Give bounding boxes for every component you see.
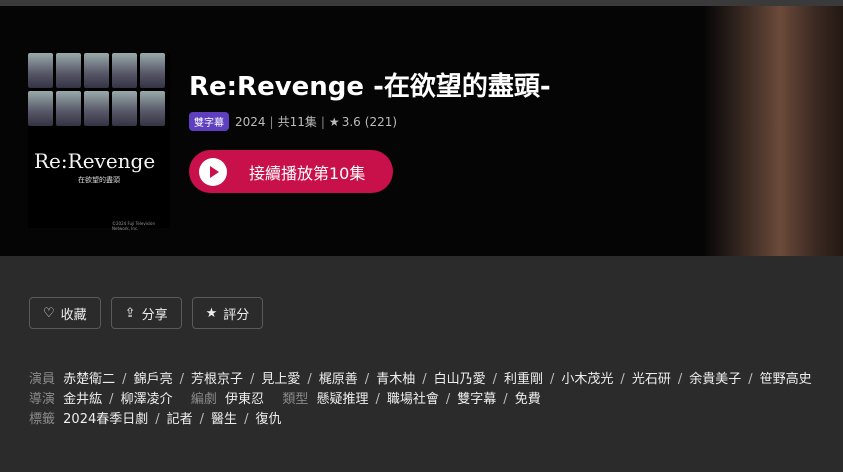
director-label: 導演 xyxy=(29,392,56,407)
tag-link-list: 2024春季日劇 / 記者 / 醫生 / 復仇 xyxy=(63,412,281,427)
slash-separator: / xyxy=(503,392,508,407)
backdrop-image xyxy=(703,6,843,256)
genre-link-list: 懸疑推理 / 職場社會 / 雙字幕 / 免費 xyxy=(316,392,540,407)
tag-link[interactable]: 記者 xyxy=(167,412,193,427)
credits-section: 演員 赤楚衛二 / 錦戶亮 / 芳根京子 / 見上愛 / 梶原善 / 青木柚 / 白山乃愛 / 利重剛 / 小木… xyxy=(29,370,829,430)
cast-link-list: 赤楚衛二 / 錦戶亮 / 芳根京子 / 見上愛 / 梶原善 / 青木柚 / 白山乃愛 / 利重剛 / 小木茂光 /… xyxy=(63,372,811,387)
year: 2024 xyxy=(235,114,266,129)
rate-label: 評分 xyxy=(223,307,250,323)
cast-row: 演員 赤楚衛二 / 錦戶亮 / 芳根京子 / 見上愛 / 梶原善 / 青木柚 / 白山乃愛 / 利重剛 / 小木… xyxy=(29,370,829,390)
genre-label: 類型 xyxy=(282,392,309,407)
share-icon: ⇪ xyxy=(124,305,136,321)
crew-row: 導演 金井紘 / 柳澤凌介 編劇 伊東忍 類型 懸疑推理 / 職場社會 / 雙字幕 / 免費 xyxy=(29,390,829,410)
cast-photo xyxy=(84,53,109,88)
cast-link[interactable]: 錦戶亮 xyxy=(134,372,173,387)
tags-row: 標籤 2024春季日劇 / 記者 / 醫生 / 復仇 xyxy=(29,410,829,430)
slash-separator: / xyxy=(244,412,249,427)
star-icon: ★ xyxy=(328,114,340,129)
poster-logo: Re:Revenge xyxy=(34,149,156,173)
slash-separator: / xyxy=(492,372,497,387)
action-bar: ♡ 收藏 ⇪ 分享 ★ 評分 xyxy=(29,297,264,329)
cast-link[interactable]: 青木柚 xyxy=(376,372,415,387)
tag-link[interactable]: 醫生 xyxy=(211,412,237,427)
cast-link[interactable]: 利重剛 xyxy=(504,372,543,387)
genre-link[interactable]: 懸疑推理 xyxy=(316,392,368,407)
show-title: Re:Revenge -在欲望的盡頭- xyxy=(189,72,551,102)
slash-separator: / xyxy=(550,372,555,387)
cast-photo xyxy=(112,53,137,88)
show-meta: 雙字幕 2024 | 共11集 | ★ 3.6 (221) xyxy=(189,112,397,131)
cast-label: 演員 xyxy=(29,372,56,387)
slash-separator: / xyxy=(155,412,160,427)
writer-label: 編劇 xyxy=(190,392,217,407)
poster-copyright: ©2024 Fuji Television Network, Inc. xyxy=(112,221,156,231)
hero-banner: Re:Revenge 在欲望的盡頭 ©2024 Fuji Television … xyxy=(0,6,843,256)
cast-link[interactable]: 芳根京子 xyxy=(191,372,243,387)
slash-separator: / xyxy=(422,372,427,387)
tags-label: 標籤 xyxy=(29,412,56,427)
separator: | xyxy=(269,114,274,129)
rating: 3.6 xyxy=(341,114,361,129)
slash-separator: / xyxy=(179,372,184,387)
cast-photo xyxy=(84,91,109,126)
slash-separator: / xyxy=(307,372,312,387)
poster-subtitle: 在欲望的盡頭 xyxy=(78,176,120,184)
rate-button[interactable]: ★ 評分 xyxy=(191,297,264,329)
share-label: 分享 xyxy=(141,307,168,323)
cast-link[interactable]: 赤楚衛二 xyxy=(63,372,115,387)
cast-link[interactable]: 小木茂光 xyxy=(561,372,613,387)
rating-count: (221) xyxy=(364,114,398,129)
slash-separator: / xyxy=(109,392,114,407)
cast-photo xyxy=(140,91,165,126)
play-icon xyxy=(199,157,227,186)
play-button-label: 接續播放第10集 xyxy=(249,163,366,183)
continue-play-button[interactable]: 接續播放第10集 xyxy=(189,150,393,193)
cast-photo xyxy=(140,53,165,88)
slash-separator: / xyxy=(677,372,683,387)
cast-photo xyxy=(112,91,137,126)
show-poster: Re:Revenge 在欲望的盡頭 ©2024 Fuji Television … xyxy=(28,53,170,231)
writer-link-list: 伊東忍 xyxy=(225,392,264,407)
genre-link[interactable]: 職場社會 xyxy=(387,392,439,407)
director-link-list: 金井紘 / 柳澤凌介 xyxy=(63,392,172,407)
separator: | xyxy=(320,114,325,129)
episode-count: 共11集 xyxy=(277,115,317,129)
cast-link[interactable]: 余貴美子 xyxy=(689,372,741,387)
cast-link[interactable]: 光石研 xyxy=(632,372,671,387)
cast-photo xyxy=(56,91,81,126)
slash-separator: / xyxy=(364,372,370,387)
favorite-button[interactable]: ♡ 收藏 xyxy=(29,297,101,329)
slash-separator: / xyxy=(249,372,255,387)
slash-separator: / xyxy=(199,412,205,427)
slash-separator: / xyxy=(620,372,625,387)
director-link[interactable]: 金井紘 xyxy=(63,392,102,407)
genre-link[interactable]: 免費 xyxy=(515,392,541,407)
share-button[interactable]: ⇪ 分享 xyxy=(110,297,182,329)
slash-separator: / xyxy=(748,372,753,387)
cast-link[interactable]: 梶原善 xyxy=(319,372,358,387)
cast-photo xyxy=(28,91,53,126)
slash-separator: / xyxy=(122,372,127,387)
favorite-label: 收藏 xyxy=(60,307,87,323)
director-link[interactable]: 柳澤凌介 xyxy=(121,392,173,407)
star-icon: ★ xyxy=(205,305,218,321)
cast-link[interactable]: 白山乃愛 xyxy=(434,372,486,387)
cast-photo xyxy=(28,53,53,88)
genre-link[interactable]: 雙字幕 xyxy=(457,392,496,407)
cast-link[interactable]: 笹野高史 xyxy=(760,372,812,387)
cast-link[interactable]: 見上愛 xyxy=(261,372,300,387)
heart-icon: ♡ xyxy=(43,305,55,321)
tag-link[interactable]: 2024春季日劇 xyxy=(63,412,148,427)
subtitle-badge: 雙字幕 xyxy=(189,112,229,131)
cast-photo xyxy=(56,53,81,88)
tag-link[interactable]: 復仇 xyxy=(255,412,281,427)
slash-separator: / xyxy=(375,392,380,407)
writer-link[interactable]: 伊東忍 xyxy=(225,392,264,407)
slash-separator: / xyxy=(445,392,451,407)
poster-cast-grid xyxy=(28,53,170,126)
